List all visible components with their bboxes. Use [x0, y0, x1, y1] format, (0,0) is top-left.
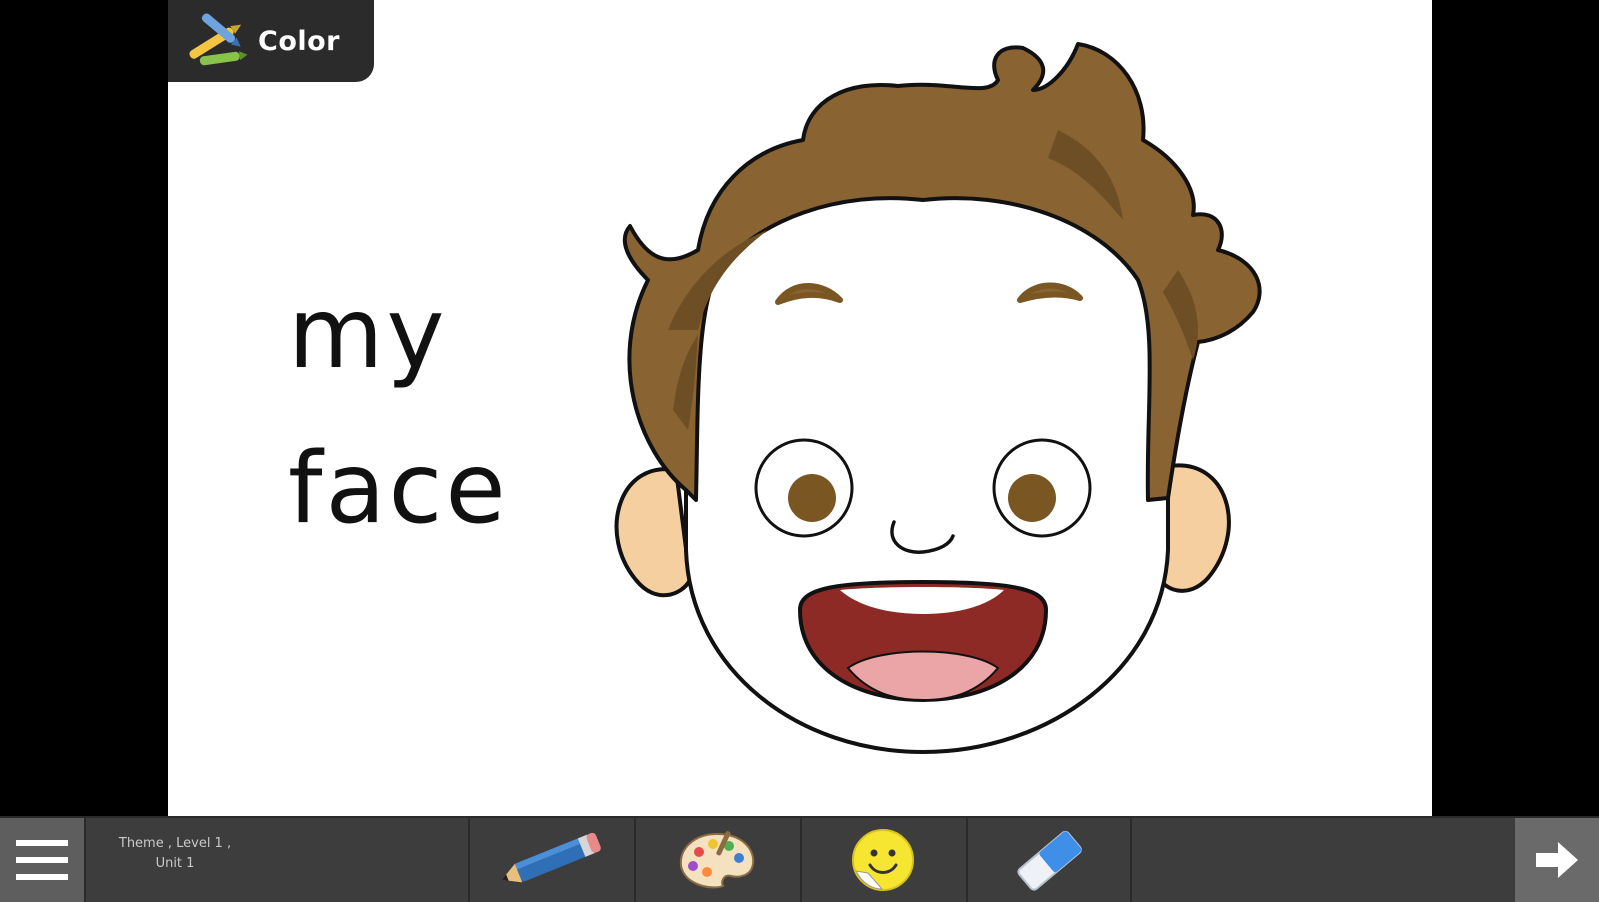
sticker-tool-button[interactable]	[800, 818, 964, 902]
coloring-canvas[interactable]: Color my face	[168, 0, 1432, 816]
pencil-tool-button[interactable]	[468, 818, 632, 902]
breadcrumb-line-1: Theme , Level 1 ,	[118, 836, 232, 851]
eraser-icon	[1017, 830, 1082, 891]
breadcrumb: Theme , Level 1 , Unit 1	[90, 834, 260, 874]
menu-button[interactable]	[0, 818, 86, 902]
left-ear	[614, 467, 693, 598]
bottom-toolbar: Theme , Level 1 , Unit 1	[0, 816, 1599, 902]
mode-label: Color	[258, 25, 340, 57]
left-pupil	[788, 474, 836, 522]
next-button[interactable]	[1515, 818, 1599, 902]
paint-palette-icon	[679, 831, 755, 889]
face-illustration[interactable]	[578, 30, 1268, 790]
right-pupil	[1008, 474, 1056, 522]
word-my: my	[288, 277, 448, 391]
palette-tool-button[interactable]	[634, 818, 798, 902]
pencil-icon	[501, 832, 601, 883]
arrow-right-icon	[1536, 842, 1578, 878]
mode-tab-color: Color	[168, 0, 374, 82]
eraser-tool-button[interactable]	[966, 818, 1132, 902]
smiley-sticker-icon	[852, 829, 914, 891]
hamburger-menu-icon	[16, 840, 68, 880]
breadcrumb-line-2: Unit 1	[155, 856, 195, 871]
word-face: face	[288, 432, 509, 546]
crayons-icon	[189, 13, 248, 66]
